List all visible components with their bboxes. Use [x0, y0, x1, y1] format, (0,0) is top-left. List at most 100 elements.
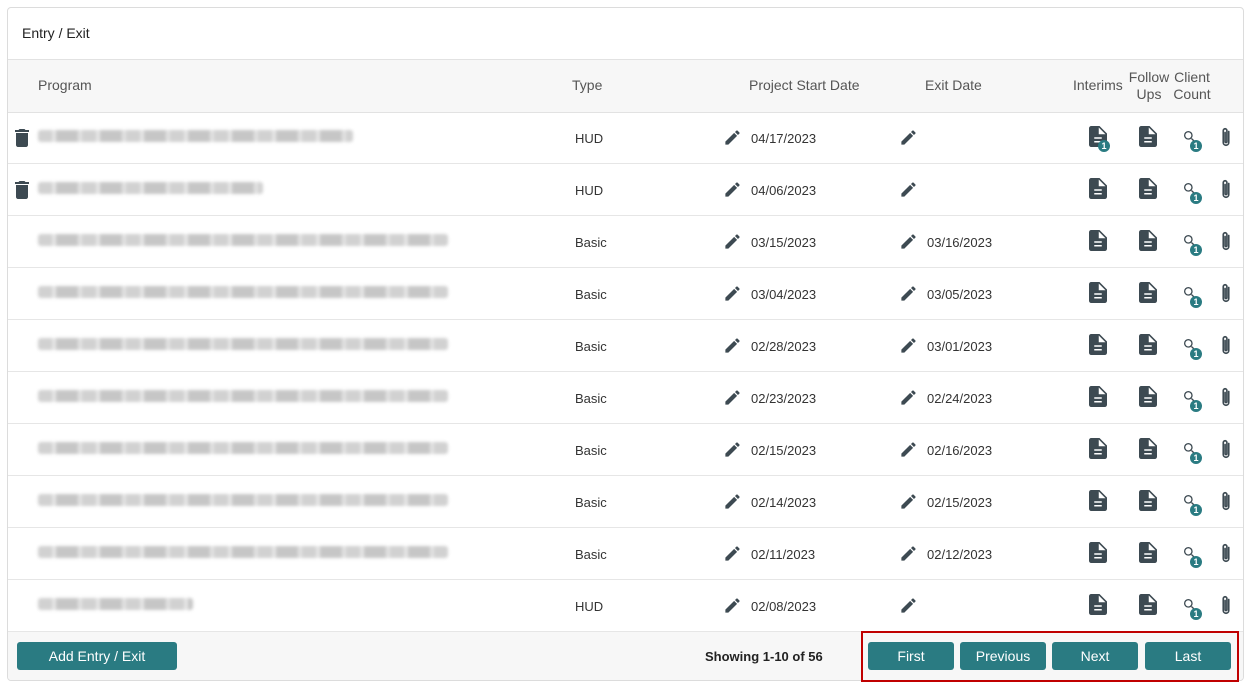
exit-date-cell: 03/16/2023	[927, 235, 993, 250]
edit-exit-date-pencil-icon[interactable]	[899, 284, 918, 303]
edit-exit-date-pencil-icon[interactable]	[899, 440, 918, 459]
start-date-cell: 02/11/2023	[751, 547, 816, 562]
exit-date-cell: 02/12/2023	[927, 547, 993, 562]
type-cell: Basic	[575, 547, 607, 562]
program-name-redacted[interactable]	[38, 494, 448, 506]
program-name-redacted[interactable]	[38, 286, 448, 298]
paperclip-icon[interactable]	[1220, 282, 1232, 304]
interims-document-icon[interactable]	[1089, 282, 1107, 303]
client-count-badge: 1	[1190, 140, 1202, 152]
edit-start-date-pencil-icon[interactable]	[723, 544, 742, 563]
interims-document-icon[interactable]	[1089, 490, 1107, 511]
client-count-badge: 1	[1190, 556, 1202, 568]
follow-ups-document-icon[interactable]	[1139, 438, 1157, 459]
program-name-redacted[interactable]	[38, 130, 353, 142]
edit-start-date-pencil-icon[interactable]	[723, 232, 742, 251]
follow-ups-document-icon[interactable]	[1139, 594, 1157, 615]
edit-exit-date-pencil-icon[interactable]	[899, 492, 918, 511]
client-count-badge: 1	[1190, 608, 1202, 620]
table-row: HUD 04/06/2023 1	[8, 164, 1243, 216]
header-type[interactable]: Type	[572, 77, 602, 94]
header-follow-ups-line2: Ups	[1136, 86, 1162, 102]
exit-date-cell: 02/15/2023	[927, 495, 993, 510]
paperclip-icon[interactable]	[1220, 230, 1232, 252]
program-name-redacted[interactable]	[38, 546, 448, 558]
table-row: Basic 02/14/2023 02/15/2023 1	[8, 476, 1243, 528]
start-date-cell: 02/15/2023	[751, 443, 817, 458]
edit-start-date-pencil-icon[interactable]	[723, 128, 742, 147]
edit-start-date-pencil-icon[interactable]	[723, 284, 742, 303]
client-count-badge: 1	[1190, 400, 1202, 412]
follow-ups-document-icon[interactable]	[1139, 282, 1157, 303]
client-count-badge: 1	[1190, 296, 1202, 308]
interims-document-icon[interactable]	[1089, 542, 1107, 563]
paperclip-icon[interactable]	[1220, 542, 1232, 564]
paperclip-icon[interactable]	[1220, 386, 1232, 408]
trash-icon[interactable]	[14, 181, 30, 199]
follow-ups-document-icon[interactable]	[1139, 126, 1157, 147]
interims-document-icon[interactable]	[1089, 178, 1107, 199]
interims-document-icon[interactable]	[1089, 230, 1107, 251]
program-name-redacted[interactable]	[38, 598, 193, 610]
add-entry-exit-button[interactable]: Add Entry / Exit	[17, 642, 177, 670]
follow-ups-document-icon[interactable]	[1139, 490, 1157, 511]
start-date-cell: 03/15/2023	[751, 235, 817, 250]
table-row: HUD 02/08/2023 1	[8, 580, 1243, 632]
paperclip-icon[interactable]	[1220, 178, 1232, 200]
interims-document-icon[interactable]	[1089, 594, 1107, 615]
paperclip-icon[interactable]	[1220, 594, 1232, 616]
type-cell: HUD	[575, 183, 604, 198]
interims-document-icon[interactable]	[1089, 438, 1107, 459]
header-client-count-line2: Count	[1173, 86, 1211, 102]
edit-start-date-pencil-icon[interactable]	[723, 180, 742, 199]
program-name-redacted[interactable]	[38, 338, 448, 350]
follow-ups-document-icon[interactable]	[1139, 178, 1157, 199]
program-name-redacted[interactable]	[38, 442, 448, 454]
trash-icon[interactable]	[14, 129, 30, 147]
type-cell: Basic	[575, 287, 607, 302]
type-cell: HUD	[575, 599, 604, 614]
table-row: HUD 04/17/2023 1 1	[8, 112, 1243, 164]
edit-exit-date-pencil-icon[interactable]	[899, 544, 918, 563]
edit-exit-date-pencil-icon[interactable]	[899, 180, 918, 199]
header-follow-ups: Follow Ups	[1128, 69, 1170, 103]
header-start-date[interactable]: Project Start Date	[749, 77, 860, 94]
follow-ups-document-icon[interactable]	[1139, 334, 1157, 355]
table-header: Program Type Project Start Date Exit Dat…	[8, 59, 1243, 113]
paperclip-icon[interactable]	[1220, 126, 1232, 148]
interims-document-icon[interactable]	[1089, 386, 1107, 407]
table-row: Basic 03/15/2023 03/16/2023 1	[8, 216, 1243, 268]
type-cell: Basic	[575, 235, 607, 250]
edit-exit-date-pencil-icon[interactable]	[899, 232, 918, 251]
start-date-cell: 04/06/2023	[751, 183, 817, 198]
pagination-status: Showing 1-10 of 56	[705, 649, 823, 664]
client-count-badge: 1	[1190, 192, 1202, 204]
follow-ups-document-icon[interactable]	[1139, 542, 1157, 563]
paperclip-icon[interactable]	[1220, 334, 1232, 356]
interims-document-icon[interactable]	[1089, 334, 1107, 355]
follow-ups-document-icon[interactable]	[1139, 386, 1157, 407]
paperclip-icon[interactable]	[1220, 438, 1232, 460]
edit-exit-date-pencil-icon[interactable]	[899, 336, 918, 355]
edit-exit-date-pencil-icon[interactable]	[899, 388, 918, 407]
paperclip-icon[interactable]	[1220, 490, 1232, 512]
start-date-cell: 02/14/2023	[751, 495, 817, 510]
program-name-redacted[interactable]	[38, 390, 448, 402]
client-count-badge: 1	[1190, 504, 1202, 516]
header-program[interactable]: Program	[38, 77, 92, 94]
edit-start-date-pencil-icon[interactable]	[723, 336, 742, 355]
edit-start-date-pencil-icon[interactable]	[723, 388, 742, 407]
program-name-redacted[interactable]	[38, 182, 263, 194]
edit-exit-date-pencil-icon[interactable]	[899, 128, 918, 147]
header-exit-date[interactable]: Exit Date	[925, 77, 982, 94]
edit-start-date-pencil-icon[interactable]	[723, 440, 742, 459]
edit-exit-date-pencil-icon[interactable]	[899, 596, 918, 615]
program-name-redacted[interactable]	[38, 234, 448, 246]
start-date-cell: 02/28/2023	[751, 339, 817, 354]
edit-start-date-pencil-icon[interactable]	[723, 596, 742, 615]
edit-start-date-pencil-icon[interactable]	[723, 492, 742, 511]
follow-ups-document-icon[interactable]	[1139, 230, 1157, 251]
client-count-badge: 1	[1190, 452, 1202, 464]
table-row: Basic 02/11/2023 02/12/2023 1	[8, 528, 1243, 580]
type-cell: HUD	[575, 131, 604, 146]
